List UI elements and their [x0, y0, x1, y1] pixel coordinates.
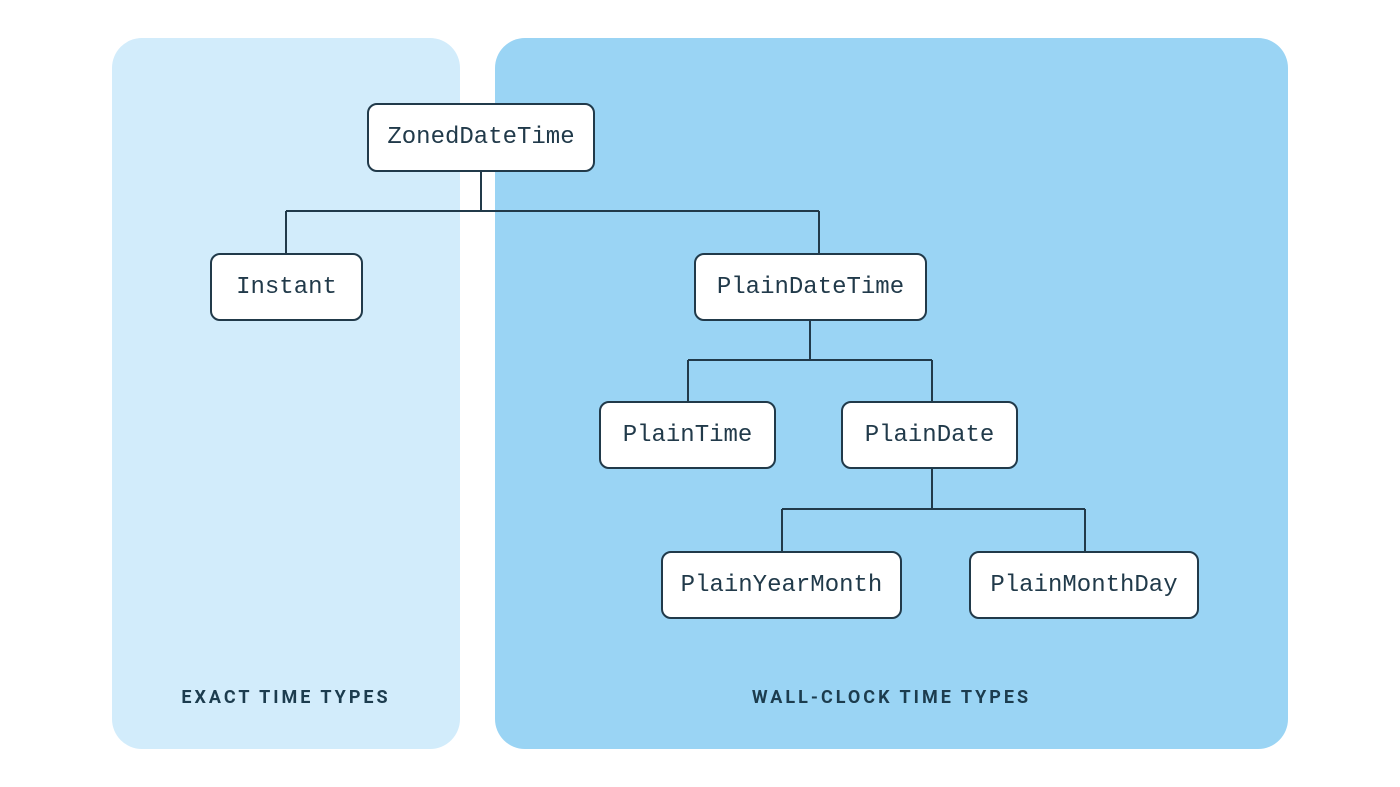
node-plain-date: PlainDate	[841, 401, 1018, 469]
node-plain-year-month: PlainYearMonth	[661, 551, 902, 619]
node-label: PlainDateTime	[717, 274, 904, 301]
node-label: PlainTime	[623, 422, 753, 449]
node-plain-month-day: PlainMonthDay	[969, 551, 1199, 619]
label-wall-clock-time-types: WALL-CLOCK TIME TYPES	[495, 687, 1288, 708]
panel-wall-clock-time	[495, 38, 1288, 749]
node-plain-time: PlainTime	[599, 401, 776, 469]
category-text: EXACT TIME TYPES	[181, 687, 390, 708]
node-zoned-date-time: ZonedDateTime	[367, 103, 595, 172]
category-text: WALL-CLOCK TIME TYPES	[752, 687, 1031, 708]
node-plain-date-time: PlainDateTime	[694, 253, 927, 321]
node-label: Instant	[236, 274, 337, 301]
node-instant: Instant	[210, 253, 363, 321]
node-label: PlainDate	[865, 422, 995, 449]
label-exact-time-types: EXACT TIME TYPES	[112, 687, 460, 708]
node-label: PlainYearMonth	[681, 572, 883, 599]
node-label: ZonedDateTime	[387, 124, 574, 151]
node-label: PlainMonthDay	[990, 572, 1177, 599]
